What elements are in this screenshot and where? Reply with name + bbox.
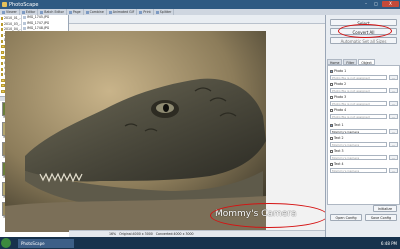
photo1-field[interactable]: Photo file is not assigned: [330, 75, 387, 80]
text3-label: Text 3: [334, 149, 344, 153]
text1-edit-button[interactable]: ...: [389, 129, 398, 134]
text1-label: Text 1: [334, 123, 344, 127]
photo2-label: Photo 2: [334, 82, 347, 86]
folder-icon: [1, 67, 4, 71]
photo4-row: Photo 4: [330, 108, 346, 112]
gif-icon: [108, 10, 112, 14]
text4-edit-button[interactable]: ...: [389, 168, 398, 173]
folder-icon: [1, 28, 3, 32]
photo3-browse-button[interactable]: ...: [389, 101, 398, 106]
photo4-label: Photo 4: [334, 108, 347, 112]
minimize-button[interactable]: –: [362, 1, 370, 7]
editor-toolbar: [69, 15, 325, 24]
annotation-ring-convert: [338, 24, 392, 38]
crocodile-photo: [5, 31, 266, 232]
start-orb-icon[interactable]: [1, 238, 11, 248]
text1-field[interactable]: Mommy's Camera: [330, 129, 387, 134]
photo3-row: Photo 3: [330, 95, 346, 99]
text3-checkbox[interactable]: [330, 149, 333, 153]
initialize-button[interactable]: Initialize: [373, 205, 397, 212]
photo2-row: Photo 2: [330, 82, 346, 86]
folder-icon: [1, 34, 3, 38]
photo3-checkbox[interactable]: [330, 95, 333, 99]
editor-icon: [21, 10, 25, 14]
text2-field[interactable]: Mommy's Camera: [330, 142, 387, 147]
folder-icon: [1, 56, 5, 60]
right-panel: Select Convert All Automatic Set all Siz…: [325, 15, 400, 237]
folder-icon: [1, 50, 4, 54]
combine-icon: [85, 10, 89, 14]
zoom-level[interactable]: 16%: [109, 232, 116, 236]
photo1-browse-button[interactable]: ...: [389, 75, 398, 80]
taskbar-app-button[interactable]: PhotoScape: [18, 238, 74, 248]
folder-icon: [1, 78, 5, 82]
print-icon: [139, 10, 143, 14]
image-file-icon: [23, 21, 26, 25]
photo4-browse-button[interactable]: ...: [389, 114, 398, 119]
clock[interactable]: 6:48 PM: [381, 241, 397, 246]
text2-edit-button[interactable]: ...: [389, 142, 398, 147]
text4-checkbox[interactable]: [330, 162, 333, 166]
batch-icon: [40, 10, 44, 14]
photo1-row: Photo 1: [330, 69, 346, 73]
page-icon: [68, 10, 72, 14]
close-button[interactable]: X: [382, 1, 399, 7]
splitter-icon: [155, 10, 159, 14]
viewer-icon: [2, 10, 5, 14]
text1-checkbox[interactable]: [330, 123, 333, 127]
save-config-button[interactable]: Save Config: [365, 214, 397, 221]
photo2-checkbox[interactable]: [330, 82, 333, 86]
text2-label: Text 2: [334, 136, 344, 140]
photo3-field[interactable]: Photo file is not assigned: [330, 101, 387, 106]
window-title: PhotoScape: [9, 1, 39, 8]
photoscape-window: PhotoScape – □ X Viewer Editor Batch Edi…: [0, 0, 400, 249]
object-panel: Photo 1 Photo file is not assigned ... P…: [327, 65, 400, 205]
text3-edit-button[interactable]: ...: [389, 155, 398, 160]
folder-icon: [1, 22, 3, 26]
photo1-label: Photo 1: [334, 69, 347, 73]
folder-icon: [1, 73, 3, 77]
taskbar: PhotoScape 6:48 PM: [0, 237, 400, 249]
folder-icon: [1, 90, 5, 94]
text4-label: Text 4: [334, 162, 344, 166]
photo1-checkbox[interactable]: [330, 69, 333, 73]
automatic-set-button[interactable]: Automatic Set all Sizes: [330, 37, 397, 44]
photo4-checkbox[interactable]: [330, 108, 333, 112]
folder-icon: [1, 84, 5, 88]
text4-field[interactable]: Mommy's Camera: [330, 168, 387, 173]
text4-row: Text 4: [330, 162, 344, 166]
open-config-button[interactable]: Open Config: [330, 214, 362, 221]
text1-row: Text 1: [330, 123, 344, 127]
app-icon: [2, 2, 7, 7]
photo3-label: Photo 3: [334, 95, 347, 99]
photo4-field[interactable]: Photo file is not assigned: [330, 114, 387, 119]
text2-row: Text 2: [330, 136, 344, 140]
text3-field[interactable]: Mommy's Camera: [330, 155, 387, 160]
folder-icon: [1, 17, 3, 21]
photo2-browse-button[interactable]: ...: [389, 88, 398, 93]
photo2-field[interactable]: Photo file is not assigned: [330, 88, 387, 93]
folder-icon: [1, 62, 3, 66]
folder-icon: [1, 39, 3, 43]
text3-row: Text 3: [330, 149, 344, 153]
status-bar: 16% Original:4000 x 3000 Converted:4000 …: [69, 230, 325, 237]
maximize-button[interactable]: □: [372, 1, 380, 7]
text2-checkbox[interactable]: [330, 136, 333, 140]
original-size: Original:4000 x 3000: [119, 232, 153, 236]
image-file-icon: [23, 16, 26, 20]
folder-icon: [1, 45, 5, 49]
annotation-ring-watermark: [210, 203, 328, 228]
converted-size: Converted:4000 x 3000: [155, 232, 194, 236]
title-bar: PhotoScape – □ X: [0, 0, 400, 9]
